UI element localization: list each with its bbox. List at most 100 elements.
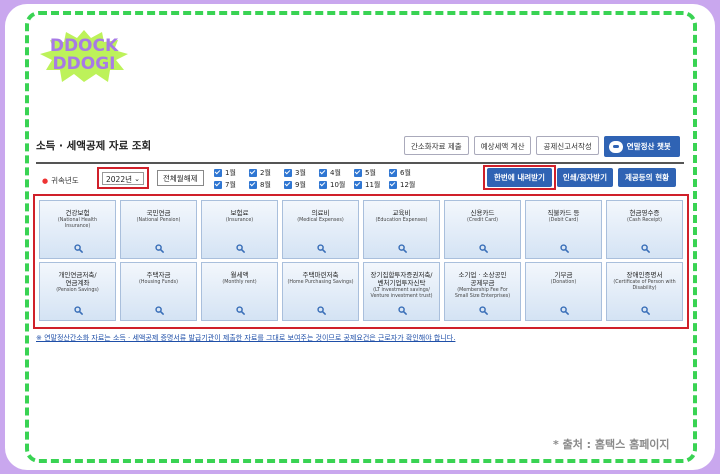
month-checkbox-9[interactable]: 9월 [284,180,319,190]
tile-subtitle: (National Pension) [136,218,181,223]
tile-subtitle: (LT investment savings/ Venture investme… [370,288,433,299]
month-checkbox-4[interactable]: 4월 [319,168,354,178]
checkbox-checked-icon [354,169,362,177]
search-icon [317,244,326,253]
deduction-tile[interactable]: 주택자금 (Housing Funds) [120,262,197,321]
tile-subtitle: (Education Expenses) [375,218,428,223]
month-checkbox-2[interactable]: 2월 [249,168,284,178]
top-toolbar: 간소화자료 제출 예상세액 계산 공제신고서작성 연말정산 챗봇 [404,136,680,157]
deduction-tile[interactable]: 직불카드 등 (Debit Card) [525,200,602,259]
deduction-form-button[interactable]: 공제신고서작성 [536,136,599,155]
deduction-tile[interactable]: 교육비 (Education Expenses) [363,200,440,259]
deduction-tile[interactable]: 현금영수증 (Cash Receipt) [606,200,683,259]
tile-subtitle: (Housing Funds) [139,280,178,285]
search-icon [641,306,650,315]
search-icon [155,306,164,315]
deduction-tile[interactable]: 장기집합투자증권저축/ 벤처기업투자신탁 (LT investment savin… [363,262,440,321]
month-checkbox-12[interactable]: 12월 [389,180,424,190]
download-highlight: 한번에 내려받기 [483,165,556,190]
deduction-tile[interactable]: 소기업 · 소상공인 공제부금 (Membership Fee For Small… [444,262,521,321]
all-month-toggle-button[interactable]: 전체월해제 [157,170,204,186]
year-select-value: 2022년 [106,175,132,184]
year-label-text: 귀속년도 [51,176,79,185]
checkbox-checked-icon [389,169,397,177]
year-select[interactable]: 2022년 ⌄ [102,172,144,185]
month-checkbox-5[interactable]: 5월 [354,168,389,178]
month-label: 12월 [400,181,416,189]
tile-title: 직불카드 등 [547,209,580,217]
checkbox-checked-icon [249,169,257,177]
chatbot-button[interactable]: 연말정산 챗봇 [603,136,680,157]
search-icon [398,306,407,315]
download-all-button[interactable]: 한번에 내려받기 [487,168,552,187]
month-checkbox-3[interactable]: 3월 [284,168,319,178]
month-label: 2월 [260,169,271,177]
tile-title: 주택마련저축 [302,271,339,279]
checkbox-checked-icon [354,181,362,189]
bullet-icon: ● [42,177,49,185]
checkbox-checked-icon [284,181,292,189]
tile-title: 건강보험 [65,209,90,217]
deduction-tile[interactable]: 의료비 (Medical Expenses) [282,200,359,259]
tile-title: 현금영수증 [629,209,660,217]
checkbox-checked-icon [319,169,327,177]
search-icon [560,244,569,253]
month-checkbox-1[interactable]: 1월 [214,168,249,178]
search-icon [236,306,245,315]
deduction-tile[interactable]: 신용카드 (Credit Card) [444,200,521,259]
month-label: 10월 [330,181,346,189]
checkbox-checked-icon [249,181,257,189]
deduction-tiles: 건강보험 (National Health Insurance) 국민연금 (Nati… [33,194,689,329]
provision-status-button[interactable]: 제공등의 현황 [618,168,676,187]
logo: DDOCK DDOGI [40,30,128,82]
month-label: 7월 [225,181,236,189]
tile-subtitle: (Certificate of Person with Disability) [613,280,676,291]
deduction-tile[interactable]: 장애인증명서 (Certificate of Person with Disabi… [606,262,683,321]
tile-subtitle: (National Health Insurance) [57,218,98,229]
month-checkboxes: 1월 2월 3월 4월 5월 6월 7월 8월 9월 10월 11월 12월 [214,168,424,190]
tile-subtitle: (Membership Fee For Small Size Enterpris… [454,288,511,299]
tile-subtitle: (Monthly rent) [222,280,257,285]
simplified-submit-button[interactable]: 간소화자료 제출 [404,136,469,155]
search-icon [74,244,83,253]
search-icon [479,244,488,253]
month-label: 4월 [330,169,341,177]
month-checkbox-8[interactable]: 8월 [249,180,284,190]
deduction-tile[interactable]: 국민연금 (National Pension) [120,200,197,259]
chat-bubble-icon [608,140,623,153]
search-icon [74,306,83,315]
tile-subtitle: (Home Purchasing Savings) [287,280,354,285]
checkbox-checked-icon [284,169,292,177]
deduction-tile[interactable]: 보험료 (Insurance) [201,200,278,259]
tile-subtitle: (Credit Card) [467,218,498,223]
checkbox-checked-icon [389,181,397,189]
tile-title: 장애인증명서 [626,271,663,279]
checkbox-checked-icon [214,181,222,189]
estimate-tax-button[interactable]: 예상세액 계산 [473,136,532,155]
deduction-tile[interactable]: 기부금 (Donation) [525,262,602,321]
chevron-down-icon: ⌄ [134,175,140,183]
deduction-tile[interactable]: 개인연금저축/ 연금계좌 (Pension Savings) [39,262,116,321]
tile-subtitle: (Debit Card) [548,218,579,223]
deduction-tile[interactable]: 월세액 (Monthly rent) [201,262,278,321]
month-checkbox-10[interactable]: 10월 [319,180,354,190]
month-label: 1월 [225,169,236,177]
tile-title: 보험료 [230,209,249,217]
deduction-tile[interactable]: 주택마련저축 (Home Purchasing Savings) [282,262,359,321]
month-checkbox-7[interactable]: 7월 [214,180,249,190]
tile-title: 주택자금 [146,271,171,279]
tile-title: 국민연금 [146,209,171,217]
month-label: 8월 [260,181,271,189]
month-checkbox-11[interactable]: 11월 [354,180,389,190]
search-icon [398,244,407,253]
month-checkbox-6[interactable]: 6월 [389,168,424,178]
checkbox-checked-icon [319,181,327,189]
deduction-tile[interactable]: 건강보험 (National Health Insurance) [39,200,116,259]
search-icon [155,244,164,253]
tile-title: 기부금 [554,271,573,279]
month-label: 6월 [400,169,411,177]
search-icon [317,306,326,315]
print-view-button[interactable]: 인쇄/점자받기 [557,168,613,187]
page-title: 소득 · 세액공제 자료 조회 [36,140,152,152]
tile-subtitle: (Cash Receipt) [626,218,662,223]
